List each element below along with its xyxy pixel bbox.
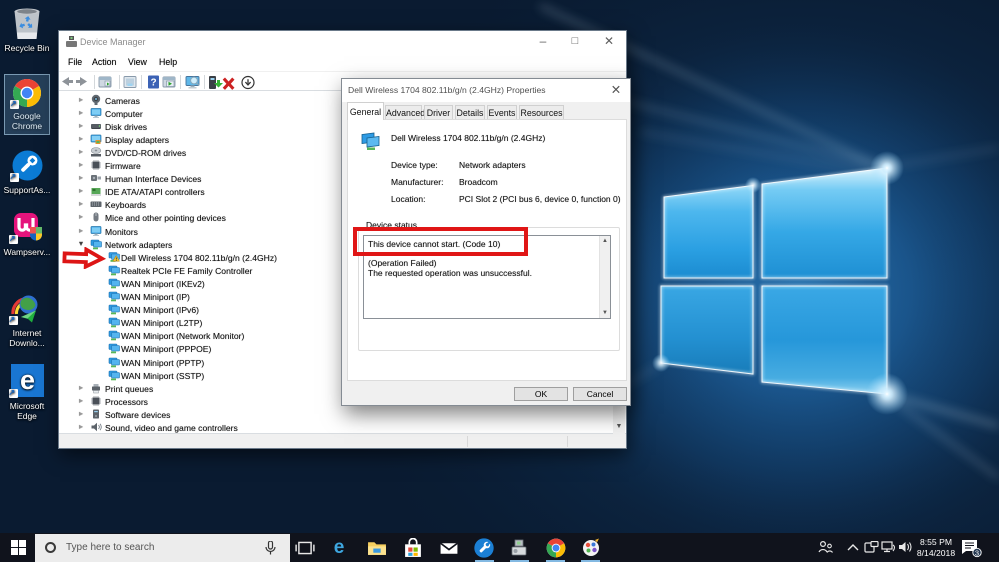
svg-text:e: e: [334, 537, 345, 556]
svg-text:?: ?: [150, 78, 156, 89]
svg-text:3: 3: [975, 548, 979, 557]
svg-text:e: e: [19, 365, 34, 395]
